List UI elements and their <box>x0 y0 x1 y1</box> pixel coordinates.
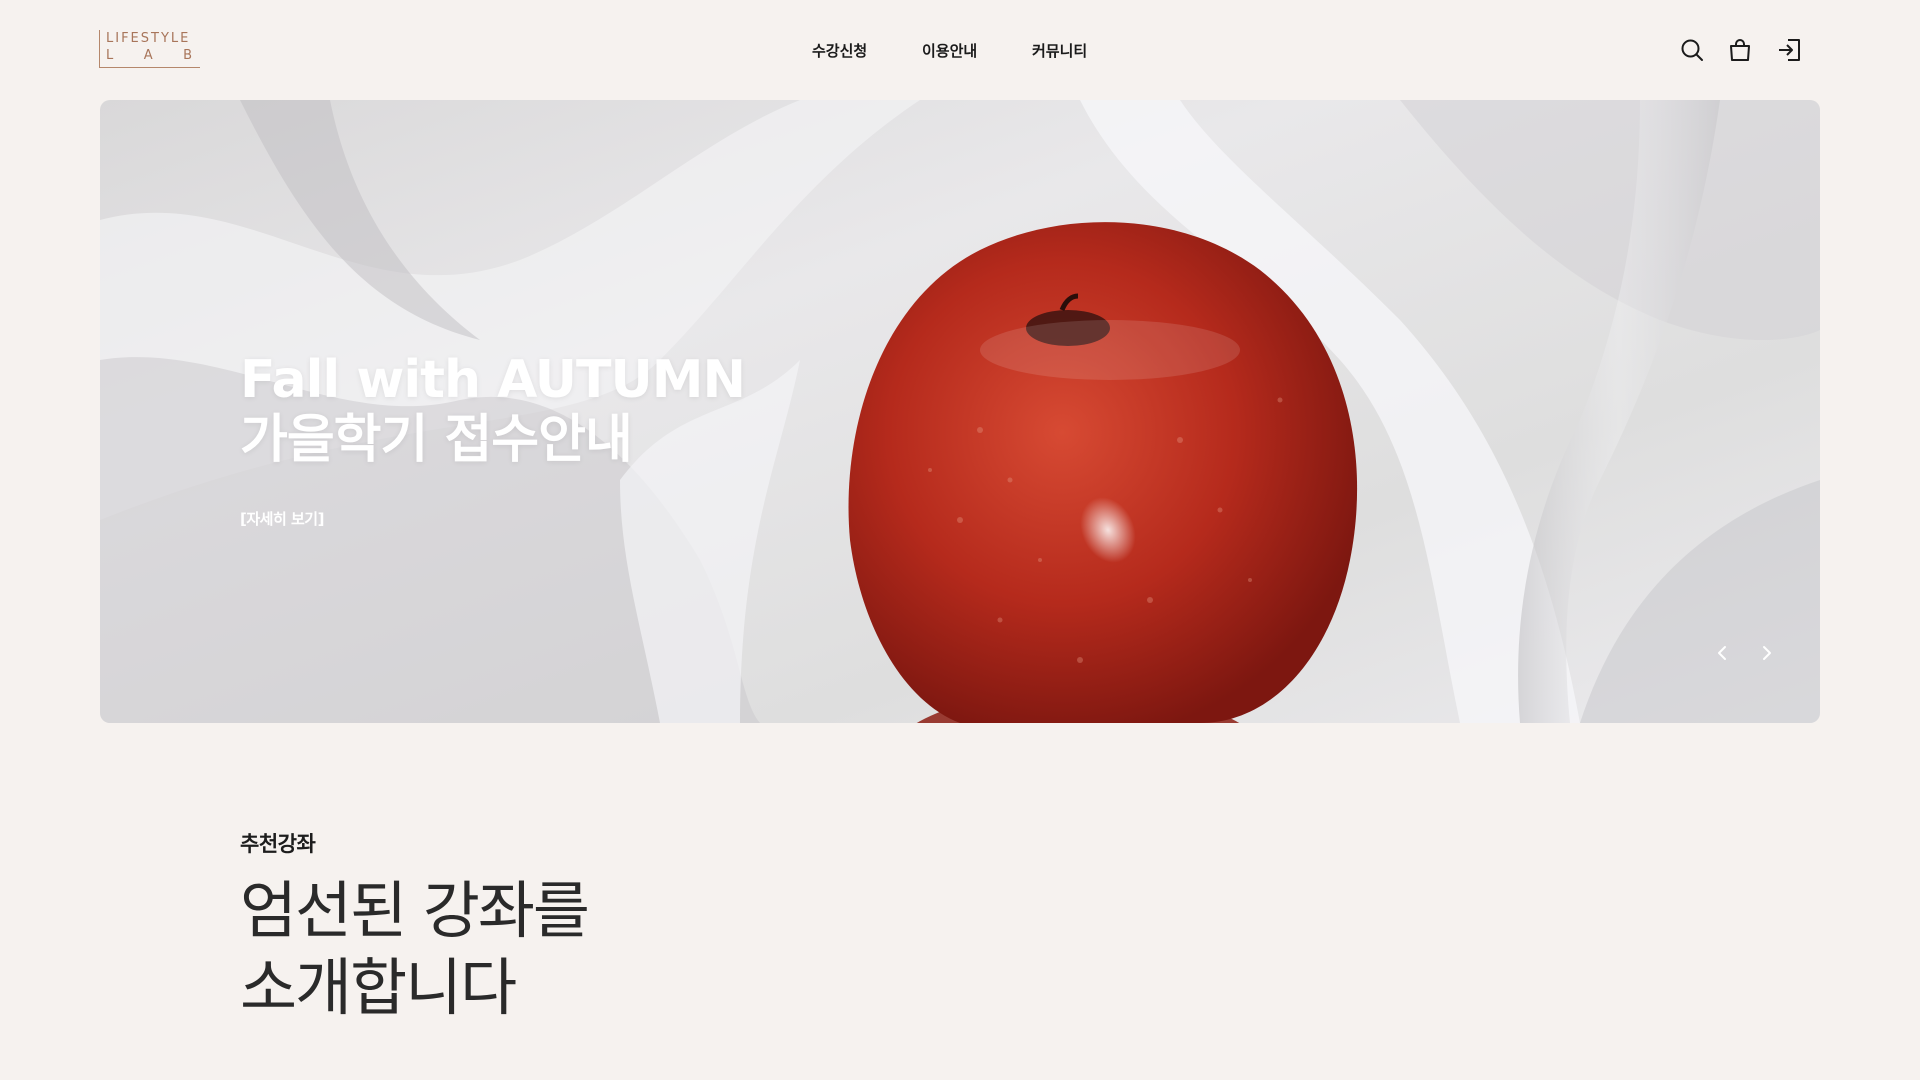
logo-letter: B <box>183 48 194 63</box>
hero-title-line2: 가을학기 접수안내 <box>240 410 633 470</box>
site-header: LIFESTYLE L A B 수강신청 이용안내 커뮤니티 <box>0 0 1920 100</box>
section-heading-line2: 소개합니다 <box>240 951 517 1024</box>
section-heading-line1: 엄선된 강좌를 <box>240 874 590 947</box>
nav-item-course-registration[interactable]: 수강신청 <box>812 38 867 63</box>
shopping-bag-icon[interactable] <box>1726 36 1754 64</box>
chevron-right-icon[interactable] <box>1753 640 1779 666</box>
logo-line1: LIFESTYLE <box>106 31 191 46</box>
search-icon[interactable] <box>1678 36 1706 64</box>
logo-letter: L <box>106 48 116 63</box>
section-heading: 엄선된 강좌를 소개합니다 <box>240 872 590 1026</box>
section-label: 추천강좌 <box>240 832 316 856</box>
login-icon[interactable] <box>1775 36 1803 64</box>
chevron-left-icon[interactable] <box>1710 640 1736 666</box>
hero-banner: Fall with AUTUMN 가을학기 접수안내 [자세히 보기] <box>100 100 1820 723</box>
nav-item-guide[interactable]: 이용안내 <box>922 38 977 63</box>
hero-title: Fall with AUTUMN 가을학기 접수안내 <box>240 350 746 470</box>
logo[interactable]: LIFESTYLE L A B <box>99 30 200 68</box>
hero-more-link[interactable]: [자세히 보기] <box>240 508 324 529</box>
hero-title-line1: Fall with AUTUMN <box>240 350 746 410</box>
header-icons <box>1678 36 1804 64</box>
nav-item-community[interactable]: 커뮤니티 <box>1032 38 1087 63</box>
logo-letter: A <box>143 48 155 63</box>
logo-line2: L A B <box>106 49 194 62</box>
